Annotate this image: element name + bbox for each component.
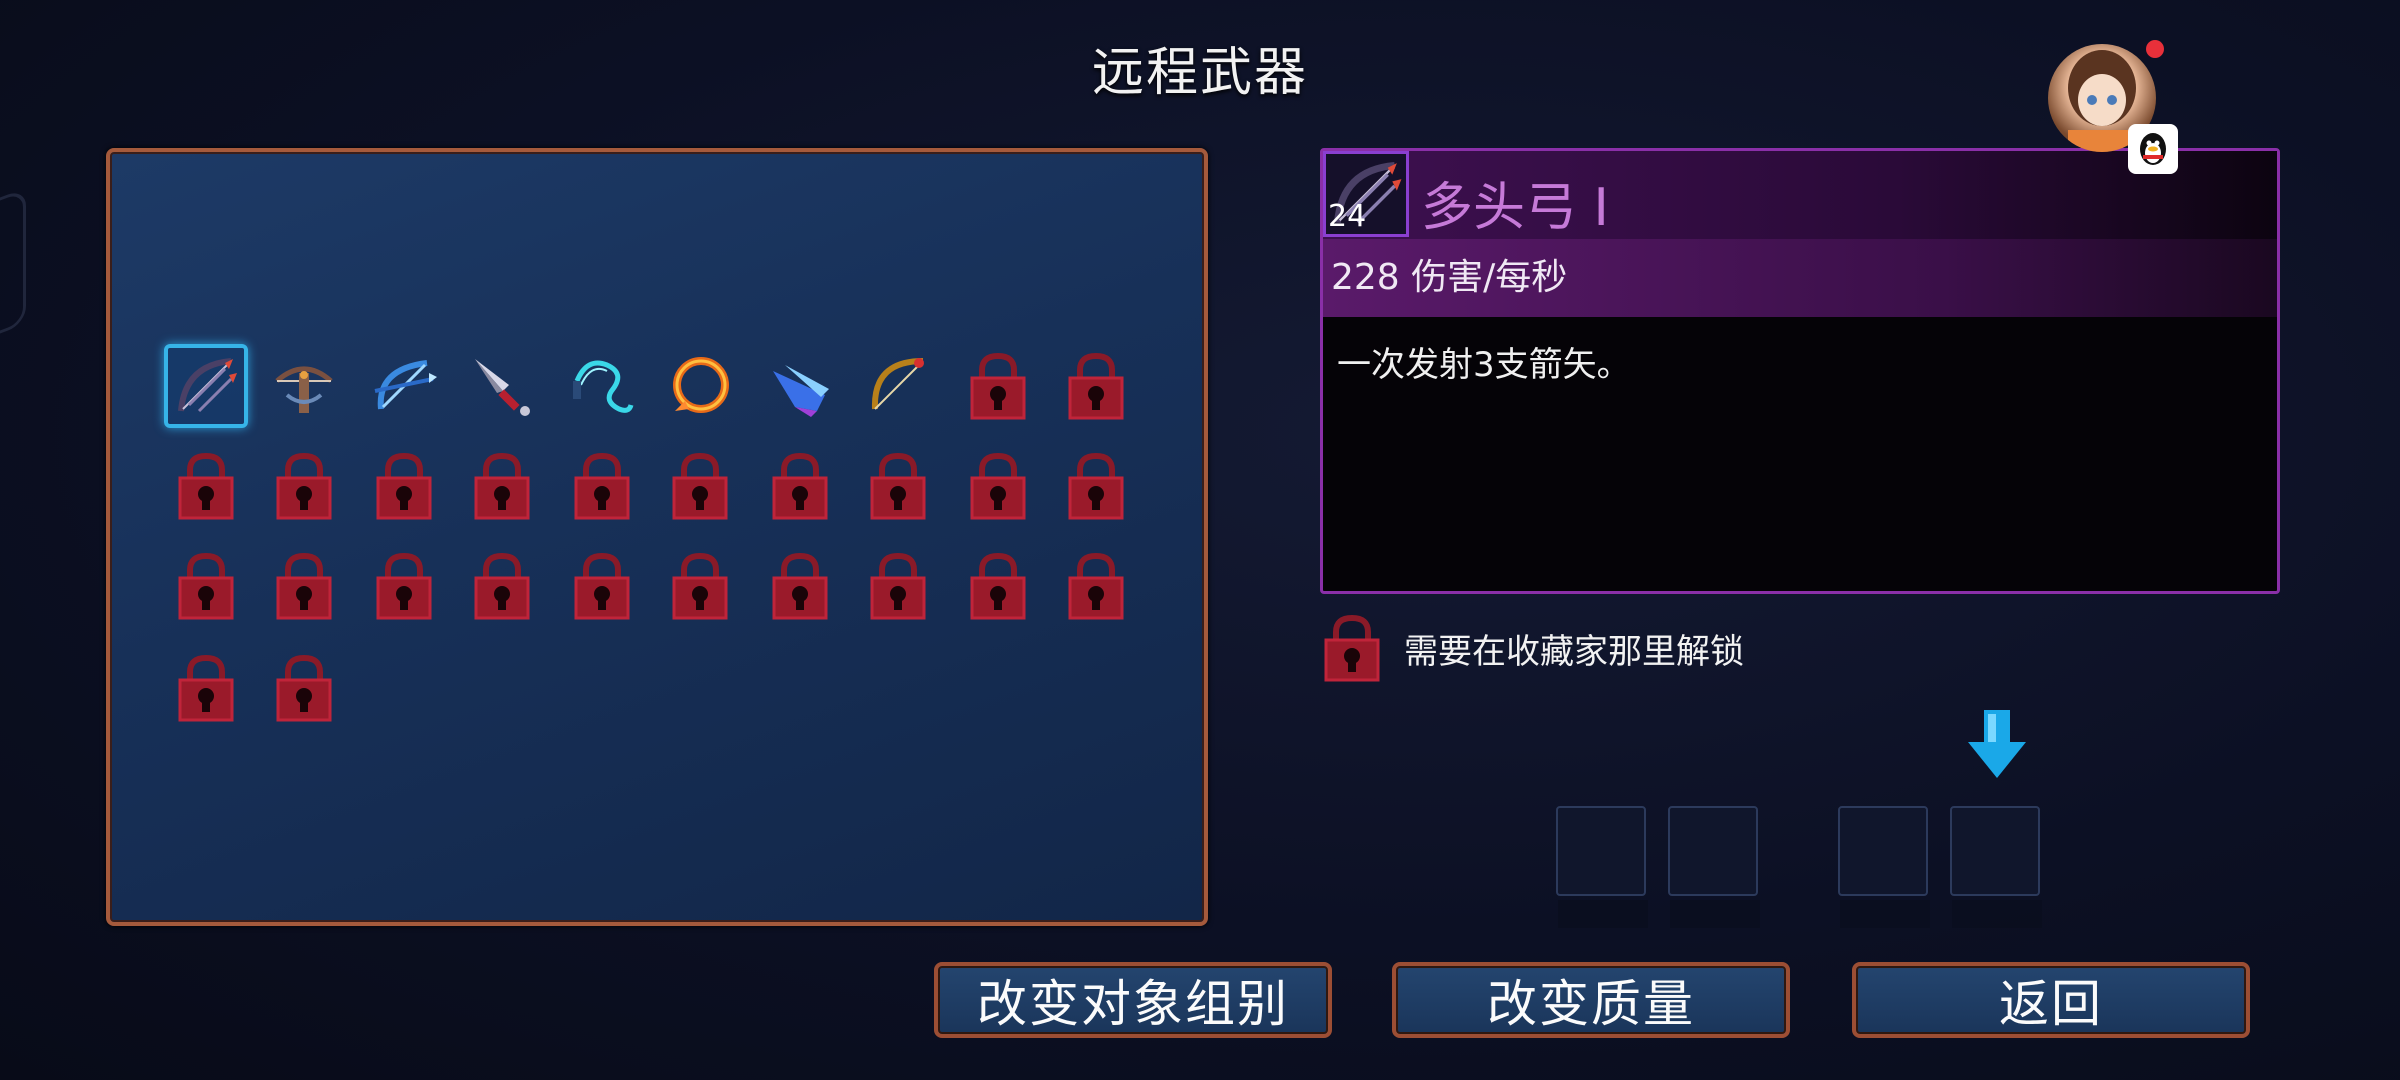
locked-weapon-slot[interactable] [856,544,940,628]
weapon-info-panel: 24 多头弓 I 228 伤害/每秒 一次发射3支箭矢。 [1320,148,2280,594]
unlock-hint-text: 需要在收藏家那里解锁 [1404,631,1744,672]
lock-icon [1068,352,1124,420]
weapon-slot-ice-shard[interactable] [758,344,842,428]
weapon-dps: 228 伤害/每秒 [1323,239,2277,317]
throwing-knife-icon [475,359,530,416]
lock-icon [1068,452,1124,520]
weapon-slot-lightning-whip[interactable] [560,344,644,428]
side-menu-tab[interactable] [0,187,26,349]
lock-icon [870,552,926,620]
equip-slot-3[interactable] [1838,806,1930,928]
lightning-whip-icon [573,360,634,413]
lock-icon [574,452,630,520]
locked-weapon-slot[interactable] [658,544,742,628]
locked-weapon-slot[interactable] [262,544,346,628]
weapon-grid-panel [106,148,1208,926]
lock-icon [574,552,630,620]
locked-weapon-slot[interactable] [362,444,446,528]
weapon-slot-multishot-bow[interactable] [164,344,248,428]
weapon-thumbnail: 24 [1323,151,1409,237]
change-group-button[interactable]: 改变对象组别 [934,962,1332,1038]
golden-bow-icon [871,358,924,410]
lock-icon [772,452,828,520]
locked-weapon-slot[interactable] [362,544,446,628]
locked-weapon-slot[interactable] [758,444,842,528]
notification-dot [2146,40,2164,58]
penguin-icon [2140,133,2166,165]
back-button[interactable]: 返回 [1852,962,2250,1038]
lock-icon [970,452,1026,520]
locked-weapon-slot[interactable] [658,444,742,528]
weapon-slot-repeater-crossbow[interactable] [262,344,346,428]
change-quality-button[interactable]: 改变质量 [1392,962,1790,1038]
locked-weapon-slot[interactable] [560,444,644,528]
lock-icon [276,654,332,722]
locked-weapon-slot[interactable] [164,646,248,730]
weapon-slot-golden-bow[interactable] [856,344,940,428]
lock-icon [276,452,332,520]
weapon-slot-ice-bow[interactable] [362,344,446,428]
locked-weapon-slot[interactable] [560,544,644,628]
lock-icon [276,552,332,620]
ice-shard-icon [773,365,829,417]
locked-weapon-slot[interactable] [262,444,346,528]
lock-icon [178,654,234,722]
weapon-slot-fire-ring[interactable] [658,344,742,428]
lock-icon [178,452,234,520]
game-screen: 远程武器 24 多头弓 I 228 伤害/每秒 一次发射3支箭矢。 需要在收藏家… [0,0,2400,1080]
multishot-bow-icon [178,358,237,413]
lock-icon [970,352,1026,420]
lock-icon [376,452,432,520]
locked-weapon-slot[interactable] [164,544,248,628]
locked-weapon-slot[interactable] [1054,544,1138,628]
lock-icon [970,552,1026,620]
fire-ring-icon [673,357,729,413]
locked-weapon-slot[interactable] [1054,344,1138,428]
locked-weapon-slot[interactable] [262,646,346,730]
locked-weapon-slot[interactable] [956,344,1040,428]
weapon-name: 多头弓 I [1421,178,1609,238]
equip-slot-4[interactable] [1950,806,2042,928]
locked-weapon-slot[interactable] [956,544,1040,628]
qq-icon[interactable] [2128,124,2178,174]
ice-bow-icon [374,360,437,410]
locked-weapon-slot[interactable] [460,544,544,628]
lock-icon [672,452,728,520]
locked-weapon-slot[interactable] [1054,444,1138,528]
lock-icon [376,552,432,620]
locked-weapon-slot[interactable] [956,444,1040,528]
weapon-description: 一次发射3支箭矢。 [1337,345,1631,385]
lock-icon [672,552,728,620]
weapon-slot-throwing-knife[interactable] [460,344,544,428]
lock-icon [772,552,828,620]
weapon-level: 24 [1328,199,1367,234]
equip-slot-1[interactable] [1556,806,1648,928]
locked-weapon-slot[interactable] [758,544,842,628]
arrow-down-icon [1968,710,2026,778]
locked-weapon-slot[interactable] [856,444,940,528]
lock-icon [1068,552,1124,620]
lock-icon [178,552,234,620]
lock-icon [474,452,530,520]
lock-icon [1324,614,1380,682]
lock-icon [474,552,530,620]
repeater-crossbow-icon [275,366,333,413]
page-title: 远程武器 [1091,43,1308,103]
locked-weapon-slot[interactable] [460,444,544,528]
unlock-hint: 需要在收藏家那里解锁 [1322,612,1744,684]
lock-icon [870,452,926,520]
locked-weapon-slot[interactable] [164,444,248,528]
equip-slot-2[interactable] [1668,806,1760,928]
